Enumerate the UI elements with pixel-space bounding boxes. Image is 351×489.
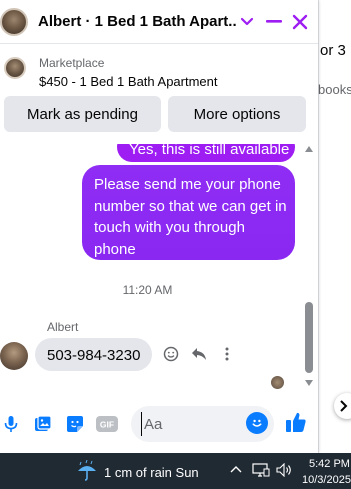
message-input-wrapper[interactable] bbox=[131, 406, 274, 442]
background-page bbox=[318, 0, 351, 453]
outgoing-message[interactable]: Yes, this is still available bbox=[117, 144, 295, 162]
react-icon[interactable] bbox=[161, 344, 181, 364]
incoming-message[interactable]: 503-984-3230 bbox=[35, 338, 152, 371]
outgoing-message[interactable]: Please send me your phone number so that… bbox=[82, 165, 295, 260]
more-options-button[interactable]: More options bbox=[168, 96, 306, 132]
chevron-up-icon[interactable] bbox=[230, 463, 242, 481]
listing-panel: Marketplace $450 - 1 Bed 1 Bath Apartmen… bbox=[0, 44, 318, 144]
listing-name[interactable]: $450 - 1 Bed 1 Bath Apartment bbox=[39, 74, 218, 89]
weather-status[interactable]: 1 cm of rain Sun bbox=[104, 465, 199, 480]
background-text: or 3 bbox=[320, 42, 346, 59]
reply-icon[interactable] bbox=[189, 344, 209, 364]
more-icon[interactable] bbox=[217, 344, 237, 364]
chat-title[interactable]: Albert · 1 Bed 1 Bath Apart... bbox=[38, 13, 236, 30]
like-icon[interactable] bbox=[285, 411, 307, 433]
listing-category: Marketplace bbox=[39, 56, 105, 70]
microphone-icon[interactable] bbox=[0, 413, 22, 435]
close-icon[interactable] bbox=[289, 11, 311, 33]
clock-date[interactable]: 10/3/2025 bbox=[302, 474, 351, 486]
message-scrollbar[interactable] bbox=[302, 144, 316, 390]
message-list: Yes, this is still available Please send… bbox=[0, 144, 318, 398]
umbrella-icon[interactable] bbox=[76, 459, 98, 487]
minimize-icon[interactable] bbox=[263, 11, 285, 33]
mark-as-pending-button[interactable]: Mark as pending bbox=[4, 96, 161, 132]
sender-name: Albert bbox=[47, 320, 79, 334]
clock-time[interactable]: 5:42 PM bbox=[309, 458, 350, 470]
background-text: books bbox=[318, 82, 351, 97]
volume-icon[interactable] bbox=[276, 462, 292, 482]
seen-avatar bbox=[271, 376, 284, 389]
taskbar: 1 cm of rain Sun 5:42 PM 10/3/2025 bbox=[0, 453, 351, 489]
sticker-icon[interactable] bbox=[64, 413, 86, 435]
chevron-down-icon[interactable] bbox=[236, 11, 258, 33]
avatar[interactable] bbox=[0, 7, 28, 36]
scrollbar-thumb[interactable] bbox=[305, 302, 313, 373]
composer: GIF bbox=[0, 398, 318, 453]
scroll-up-icon[interactable] bbox=[305, 146, 313, 152]
svg-text:GIF: GIF bbox=[100, 420, 114, 430]
chat-header[interactable]: Albert · 1 Bed 1 Bath Apart... bbox=[0, 0, 318, 44]
chevron-right-icon bbox=[340, 400, 348, 412]
gif-icon[interactable]: GIF bbox=[96, 413, 118, 435]
network-icon[interactable] bbox=[252, 463, 270, 482]
scroll-down-icon[interactable] bbox=[305, 380, 313, 386]
emoji-icon[interactable] bbox=[246, 412, 268, 434]
listing-thumbnail[interactable] bbox=[4, 57, 26, 79]
avatar[interactable] bbox=[0, 342, 28, 370]
message-timestamp: 11:20 AM bbox=[122, 283, 173, 297]
message-input[interactable] bbox=[141, 412, 241, 436]
chat-window: Albert · 1 Bed 1 Bath Apart... Marketpla… bbox=[0, 0, 318, 453]
image-icon[interactable] bbox=[32, 413, 54, 435]
